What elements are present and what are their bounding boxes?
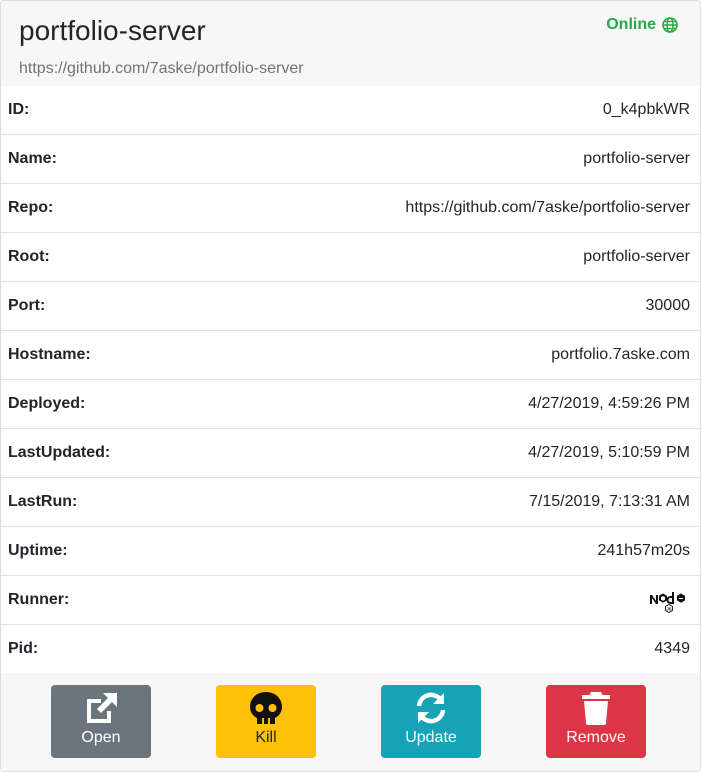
- detail-label: ID:: [8, 101, 30, 118]
- remove-button-label: Remove: [566, 729, 626, 746]
- app-card: portfolio-server https://github.com/7ask…: [0, 0, 701, 772]
- detail-row-name: Name: portfolio-server: [1, 135, 700, 184]
- detail-label: Port:: [8, 297, 46, 314]
- detail-value: portfolio-server: [583, 248, 690, 265]
- detail-row-last-updated: LastUpdated: 4/27/2019, 5:10:59 PM: [1, 429, 700, 478]
- detail-label: Root:: [8, 248, 50, 265]
- nodejs-logo-icon: JS: [650, 592, 685, 613]
- update-button[interactable]: Update: [381, 685, 481, 758]
- detail-row-uptime: Uptime: 241h57m20s: [1, 527, 700, 576]
- detail-label: LastUpdated:: [8, 444, 111, 461]
- detail-row-runner: Runner: JS: [1, 576, 700, 625]
- detail-value: 4349: [654, 640, 690, 657]
- detail-row-root: Root: portfolio-server: [1, 233, 700, 282]
- detail-value: https://github.com/7aske/portfolio-serve…: [405, 199, 690, 216]
- svg-text:JS: JS: [666, 607, 671, 612]
- detail-label: LastRun:: [8, 493, 78, 510]
- app-title: portfolio-server: [19, 15, 206, 46]
- skull-icon: [250, 692, 282, 724]
- card-header: portfolio-server https://github.com/7ask…: [1, 1, 700, 86]
- open-button[interactable]: Open: [51, 685, 151, 758]
- external-link-icon: [87, 693, 117, 723]
- status-badge: Online: [606, 16, 678, 34]
- kill-button[interactable]: Kill: [216, 685, 316, 758]
- sync-icon: [416, 692, 446, 724]
- detail-row-pid: Pid: 4349: [1, 625, 700, 674]
- globe-icon: [662, 17, 678, 33]
- app-repo-url: https://github.com/7aske/portfolio-serve…: [19, 60, 304, 77]
- detail-label: Pid:: [8, 640, 39, 657]
- remove-button[interactable]: Remove: [546, 685, 646, 758]
- detail-label: Repo:: [8, 199, 54, 216]
- detail-label: Uptime:: [8, 542, 68, 559]
- detail-value: portfolio-server: [583, 150, 690, 167]
- detail-row-last-run: LastRun: 7/15/2019, 7:13:31 AM: [1, 478, 700, 527]
- status-text: Online: [606, 16, 656, 33]
- detail-value: 7/15/2019, 7:13:31 AM: [528, 493, 690, 510]
- detail-value: 4/27/2019, 4:59:26 PM: [528, 395, 690, 412]
- detail-label: Runner:: [8, 591, 70, 608]
- details-list: ID: 0_k4pbkWR Name: portfolio-server Rep…: [1, 86, 700, 674]
- trash-icon: [582, 692, 610, 725]
- update-button-label: Update: [405, 729, 457, 746]
- detail-row-hostname: Hostname: portfolio.7aske.com: [1, 331, 700, 380]
- detail-row-deployed: Deployed: 4/27/2019, 4:59:26 PM: [1, 380, 700, 429]
- detail-value: 4/27/2019, 5:10:59 PM: [528, 444, 690, 461]
- detail-value: portfolio.7aske.com: [551, 346, 690, 363]
- open-button-label: Open: [81, 729, 121, 746]
- detail-value: 241h57m20s: [597, 542, 690, 559]
- detail-label: Name:: [8, 150, 57, 167]
- detail-label: Hostname:: [8, 346, 91, 363]
- detail-value: 30000: [645, 297, 691, 314]
- detail-row-port: Port: 30000: [1, 282, 700, 331]
- detail-row-repo: Repo: https://github.com/7aske/portfolio…: [1, 184, 700, 233]
- kill-button-label: Kill: [255, 729, 277, 746]
- detail-row-id: ID: 0_k4pbkWR: [1, 86, 700, 135]
- action-bar: Open Kill Update Remove: [1, 673, 700, 771]
- detail-value: 0_k4pbkWR: [602, 101, 690, 118]
- detail-label: Deployed:: [8, 395, 86, 412]
